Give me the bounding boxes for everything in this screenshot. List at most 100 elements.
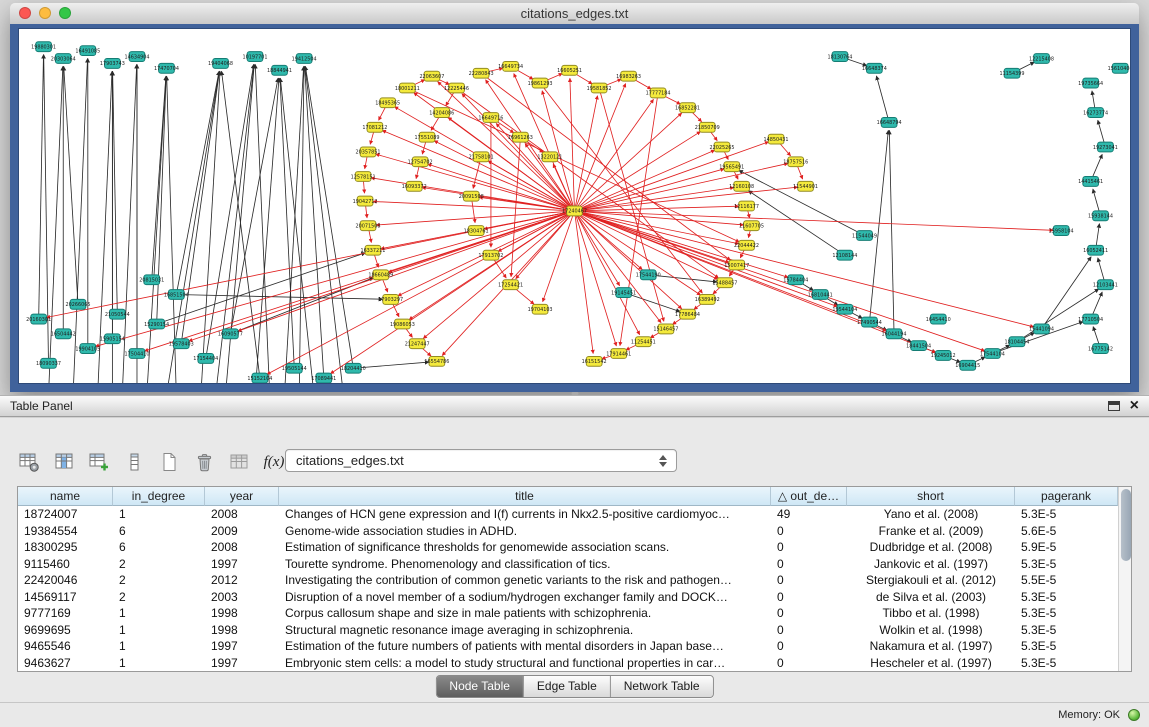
graph-node[interactable]: 19404068 xyxy=(208,59,233,69)
column-header-1[interactable]: in_degree xyxy=(113,487,205,506)
graph-edge[interactable] xyxy=(876,76,889,123)
graph-node[interactable]: 15146457 xyxy=(653,324,678,334)
graph-node[interactable]: 19042712 xyxy=(353,196,378,206)
table-selector-dropdown[interactable]: citations_edges.txt xyxy=(285,449,677,472)
table-cell[interactable]: 18300295 xyxy=(18,539,113,556)
graph-edge[interactable] xyxy=(305,66,353,368)
graph-node[interactable]: 16337211 xyxy=(360,245,385,255)
graph-node[interactable]: 15290154 xyxy=(144,319,169,329)
graph-node[interactable]: 17544190 xyxy=(636,270,661,280)
graph-node[interactable]: 17777184 xyxy=(646,88,671,98)
graph-node[interactable]: 22025265 xyxy=(709,142,734,152)
table-cell[interactable]: 0 xyxy=(771,556,847,573)
graph-edge[interactable] xyxy=(152,76,166,280)
table-cell[interactable]: 0 xyxy=(771,655,847,672)
table-cell[interactable]: 6 xyxy=(113,539,205,556)
graph-node[interactable]: 19735664 xyxy=(1078,78,1103,88)
table-cell[interactable]: 14569117 xyxy=(18,589,113,606)
graph-node[interactable]: 19273041 xyxy=(1093,142,1118,152)
graph-node[interactable]: 16649734 xyxy=(498,61,523,71)
graph-node[interactable]: 19904105 xyxy=(75,344,100,354)
scrollbar-thumb[interactable] xyxy=(1121,489,1131,561)
graph-node[interactable]: 15610408 xyxy=(1108,63,1130,73)
table-cell[interactable]: 0 xyxy=(771,589,847,606)
graph-node[interactable]: 11607705 xyxy=(739,221,764,231)
graph-node[interactable]: 17903297 xyxy=(378,295,403,305)
table-cell[interactable]: 5.9E-5 xyxy=(1015,539,1118,556)
tab-network-table[interactable]: Network Table xyxy=(611,676,713,697)
table-cell[interactable]: Stergiakouli et al. (2012) xyxy=(847,572,1015,589)
graph-node[interactable]: 15938144 xyxy=(1088,211,1113,221)
graph-node[interactable]: 17490544 xyxy=(857,317,882,327)
graph-node[interactable]: 22063607 xyxy=(419,71,444,81)
table-cell[interactable]: 0 xyxy=(771,572,847,589)
table-row[interactable]: 977716911998Corpus callosum shape and si… xyxy=(18,605,1118,622)
table-cell[interactable]: 1 xyxy=(113,506,205,523)
graph-node[interactable]: 12578151 xyxy=(351,172,376,182)
graph-edge[interactable] xyxy=(280,78,314,383)
graph-edge[interactable] xyxy=(376,211,575,225)
graph-edge[interactable] xyxy=(305,66,343,383)
graph-edge[interactable] xyxy=(238,211,575,331)
graph-node[interactable]: 19704103 xyxy=(528,304,553,314)
column-header-2[interactable]: year xyxy=(205,487,279,506)
graph-node[interactable]: 12103441 xyxy=(1093,280,1118,290)
graph-edge[interactable] xyxy=(575,211,594,354)
table-cell[interactable]: 2 xyxy=(113,556,205,573)
graph-edge[interactable] xyxy=(39,55,44,320)
table-cell[interactable]: Nakamura et al. (1997) xyxy=(847,638,1015,655)
graph-node[interactable]: 21850709 xyxy=(695,122,720,132)
graph-node[interactable]: 14634904 xyxy=(124,52,149,62)
graph-edge[interactable] xyxy=(267,211,575,374)
graph-node[interactable]: 18495365 xyxy=(375,98,400,108)
graph-node[interactable]: 10197701 xyxy=(242,52,267,62)
table-row[interactable]: 1456911722003Disruption of a novel membe… xyxy=(18,589,1118,606)
graph-edge[interactable] xyxy=(167,76,177,383)
graph-node[interactable]: 20815031 xyxy=(139,275,164,285)
graph-edge[interactable] xyxy=(280,78,294,368)
column-header-4[interactable]: △ out_de… xyxy=(771,487,847,506)
table-row[interactable]: 969969511998Structural magnetic resonanc… xyxy=(18,622,1118,639)
table-cell[interactable]: Dudbridge et al. (2008) xyxy=(847,539,1015,556)
graph-node[interactable]: 16151542 xyxy=(582,356,607,366)
table-cell[interactable]: 9777169 xyxy=(18,605,113,622)
graph-node[interactable]: 17081212 xyxy=(362,122,387,132)
table-cell[interactable]: Changes of HCN gene expression and I(f) … xyxy=(279,506,771,523)
graph-node[interactable]: 16775142 xyxy=(1088,344,1113,354)
table-row[interactable]: 1830029562008Estimation of significance … xyxy=(18,539,1118,556)
table-cell[interactable]: 0 xyxy=(771,523,847,540)
table-cell[interactable]: Franke et al. (2009) xyxy=(847,523,1015,540)
graph-node[interactable]: 15905154 xyxy=(100,334,125,344)
table-row[interactable]: 946554611997Estimation of the future num… xyxy=(18,638,1118,655)
table-cell[interactable]: 1997 xyxy=(205,655,279,672)
table-cell[interactable]: 0 xyxy=(771,622,847,639)
graph-node[interactable]: 16491085 xyxy=(75,46,100,56)
graph-edge[interactable] xyxy=(176,71,219,294)
graph-edge[interactable] xyxy=(620,93,658,346)
table-row[interactable]: 1938455462009Genome-wide association stu… xyxy=(18,523,1118,540)
graph-edge[interactable] xyxy=(64,66,78,304)
table-cell[interactable]: 18724007 xyxy=(18,506,113,523)
graph-node[interactable]: 14204086 xyxy=(429,108,454,118)
new-document-icon[interactable] xyxy=(156,449,182,475)
graph-node[interactable]: 19086053 xyxy=(390,319,415,329)
graph-node[interactable]: 15488457 xyxy=(712,278,737,288)
graph-node[interactable]: 22280843 xyxy=(469,68,494,78)
minimize-window-icon[interactable] xyxy=(39,7,51,19)
table-cell[interactable]: 49 xyxy=(771,506,847,523)
table-cell[interactable]: 2008 xyxy=(205,506,279,523)
graph-node[interactable]: 17786484 xyxy=(675,309,700,319)
window-titlebar[interactable]: citations_edges.txt xyxy=(10,3,1139,25)
graph-node[interactable]: 16389492 xyxy=(695,295,720,305)
graph-edge[interactable] xyxy=(176,295,382,300)
table-cell[interactable]: 5.3E-5 xyxy=(1015,556,1118,573)
graph-node[interactable]: 16648794 xyxy=(877,118,902,128)
table-cell[interactable]: 2008 xyxy=(205,539,279,556)
table-cell[interactable]: Hescheler et al. (1997) xyxy=(847,655,1015,672)
graph-node[interactable]: 17551089 xyxy=(415,132,440,142)
table-cell[interactable]: 5.3E-5 xyxy=(1015,506,1118,523)
table-cell[interactable]: 5.3E-5 xyxy=(1015,589,1118,606)
graph-node[interactable]: 18104454 xyxy=(1004,337,1029,347)
float-panel-icon[interactable] xyxy=(1108,401,1120,411)
graph-node[interactable]: 21247447 xyxy=(405,339,430,349)
